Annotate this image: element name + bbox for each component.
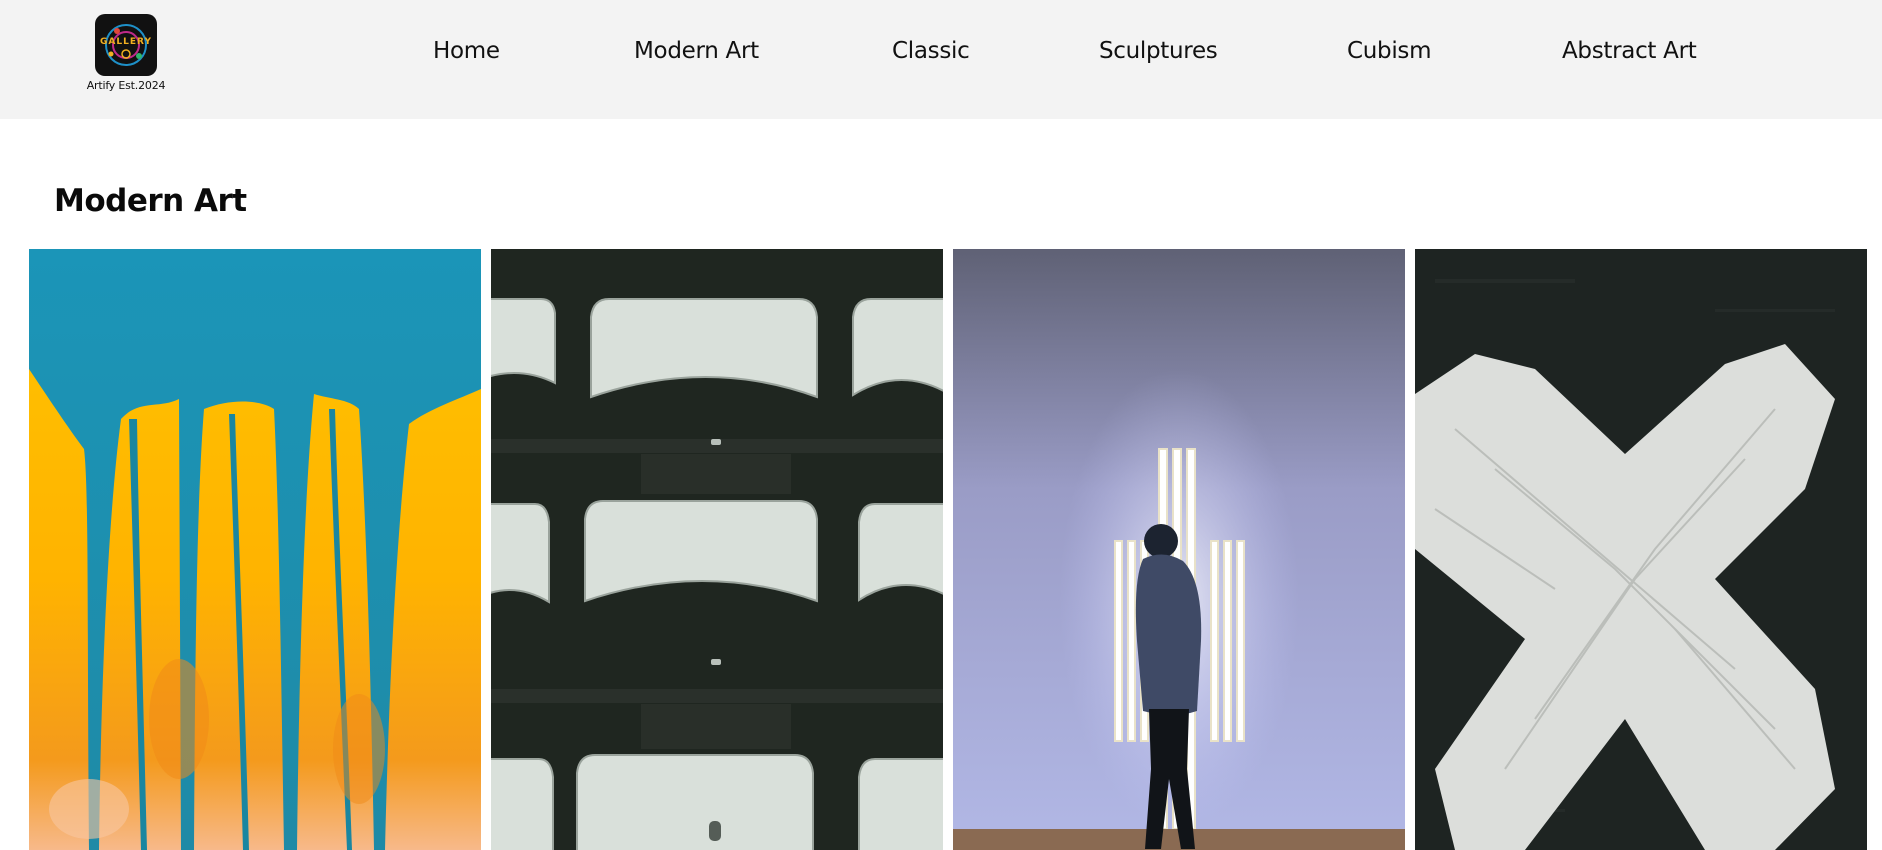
nav-item-classic[interactable]: Classic	[892, 38, 970, 64]
artwork-card-paint-drip[interactable]	[29, 249, 481, 850]
nav-item-sculptures[interactable]: Sculptures	[1099, 38, 1218, 64]
yellow-teal-paint-drip-image	[29, 249, 481, 850]
artwork-card-neon-cross[interactable]	[953, 249, 1405, 850]
stadium-seats-image	[491, 249, 943, 850]
gallery-logo-badge: GALLERY	[95, 14, 157, 76]
artwork-card-white-x[interactable]	[1415, 249, 1867, 850]
nav-item-modern-art[interactable]: Modern Art	[634, 38, 759, 64]
logo-caption: Artify Est.2024	[86, 79, 166, 92]
white-x-canvas-image	[1415, 249, 1867, 850]
section-title: Modern Art	[54, 183, 247, 219]
site-header: GALLERY Artify Est.2024 Home Modern Art …	[0, 0, 1882, 119]
nav-item-cubism[interactable]: Cubism	[1347, 38, 1432, 64]
artwork-gallery	[29, 249, 1867, 850]
logo-badge-text: GALLERY	[100, 37, 152, 47]
neon-cross-visitor-image	[953, 249, 1405, 850]
site-logo[interactable]: GALLERY Artify Est.2024	[86, 14, 166, 92]
artwork-card-stadium-seats[interactable]	[491, 249, 943, 850]
nav-item-abstract-art[interactable]: Abstract Art	[1562, 38, 1697, 64]
nav-item-home[interactable]: Home	[433, 38, 500, 64]
